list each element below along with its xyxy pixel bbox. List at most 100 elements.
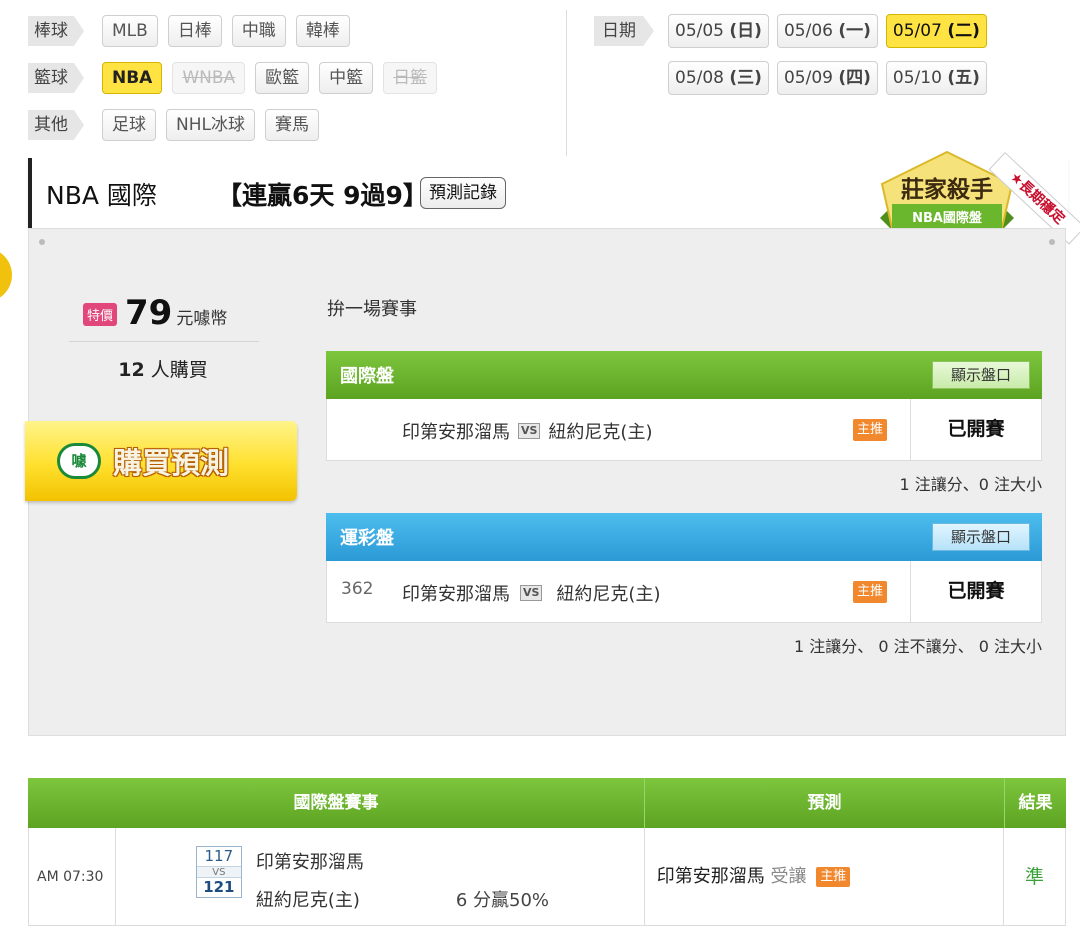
prediction-panel: 特價 79 元噱幣 12 人購買 噱 購買預測 拚一場賽事 國際盤 顯示盤口 印… — [25, 228, 1066, 736]
bet-note: 1 注讓分、0 注大小 — [899, 475, 1042, 494]
matchup: 印第安那溜馬 VS 紐約尼克(主) — [402, 418, 652, 444]
pin-right — [1049, 239, 1055, 245]
filter-row-other: 其他 足球 NHL冰球 賽馬 — [28, 109, 329, 141]
vs-icon: VS — [520, 585, 543, 601]
pick-team: 印第安那溜馬 — [656, 866, 765, 887]
buy-button-label: 購買預測 — [113, 446, 230, 480]
main-pick-tag: 主推 — [853, 581, 888, 603]
badge-title: 莊家殺手 — [901, 176, 993, 203]
buyer-count-number: 12 — [118, 359, 145, 381]
chip-cpbl[interactable]: 中職 — [231, 15, 286, 47]
category-label-baseball: 棒球 — [28, 16, 84, 46]
home-team: 紐約尼克(主) — [556, 584, 661, 605]
chip-horse-racing[interactable]: 賽馬 — [264, 109, 319, 141]
date-chip-0505[interactable]: 05/05 (日) — [668, 14, 769, 48]
matchup: 印第安那溜馬 VS 紐約尼克(主) — [402, 580, 660, 606]
category-label-other: 其他 — [28, 110, 84, 140]
filter-row-basketball: 籃球 NBA WNBA 歐籃 中籃 日籃 — [28, 62, 447, 94]
filter-divider — [566, 10, 567, 156]
sports-lottery-section-header: 運彩盤 顯示盤口 — [326, 513, 1042, 561]
date-chip-0506[interactable]: 05/06 (一) — [776, 14, 878, 48]
date-label: 日期 — [594, 16, 654, 46]
filter-row-baseball: 棒球 MLB 日棒 中職 韓棒 — [28, 15, 360, 47]
buyer-count: 12 人購買 — [29, 355, 297, 382]
away-score: 117 — [204, 847, 234, 865]
international-section: 國際盤 顯示盤口 印第安那溜馬 VS 紐約尼克(主) 主推 已開賽 1 注讓分、… — [326, 351, 1042, 494]
col-prediction: 預測 — [645, 778, 1005, 828]
chip-japan-basketball: 日籃 — [383, 62, 438, 94]
win-margin: 6 分贏50% — [455, 890, 550, 911]
win-streak: 【連贏6天 9過9】 — [217, 181, 428, 210]
date-text: 05/05 — [675, 21, 724, 41]
record-button[interactable]: 預測記錄 — [420, 177, 506, 209]
date-row-1: 日期 05/05 (日) 05/06 (一) 05/07 (二) — [594, 14, 995, 48]
date-chip-0509[interactable]: 05/09 (四) — [776, 61, 878, 95]
home-team: 紐約尼克(主) — [255, 890, 360, 911]
game-status: 已開賽 — [910, 561, 1041, 622]
bet-note: 1 注讓分、 0 注不讓分、 0 注大小 — [794, 637, 1042, 656]
price-value: 79 — [125, 293, 173, 333]
chip-mlb[interactable]: MLB — [102, 15, 158, 47]
chip-euro-basketball[interactable]: 歐籃 — [255, 62, 310, 94]
show-odds-button[interactable]: 顯示盤口 — [931, 361, 1030, 389]
sports-lottery-section: 運彩盤 顯示盤口 362 印第安那溜馬 VS 紐約尼克(主) 主推 已開賽 1 … — [326, 513, 1042, 656]
home-team: 紐約尼克(主) — [548, 422, 653, 443]
score-box: 117 VS 121 — [195, 846, 242, 898]
col-games: 國際盤賽事 — [28, 778, 645, 828]
vs-icon: VS — [196, 866, 241, 878]
chip-nhl[interactable]: NHL冰球 — [166, 109, 255, 141]
history-table: 國際盤賽事 預測 結果 AM 07:30 117 VS 121 印第安那溜馬 紐… — [28, 778, 1066, 926]
price-currency: 元噱幣 — [176, 309, 228, 329]
predictor-title: NBA 國際 — [46, 181, 157, 210]
show-odds-button[interactable]: 顯示盤口 — [931, 523, 1030, 551]
badge-subtitle: NBA國際盤 — [912, 211, 982, 226]
date-chip-0510[interactable]: 05/10 (五) — [885, 61, 987, 95]
pin-left — [39, 239, 45, 245]
date-text: 05/07 — [892, 21, 942, 41]
prediction-cell: 印第安那溜馬 受讓 主推 — [645, 828, 1005, 925]
date-chip-0508[interactable]: 05/08 (三) — [668, 61, 769, 95]
history-table-header: 國際盤賽事 預測 結果 — [28, 778, 1066, 828]
international-pick-row: 印第安那溜馬 VS 紐約尼克(主) 主推 已開賽 — [326, 399, 1042, 461]
price-line: 特價 79 元噱幣 — [83, 293, 227, 333]
weekday-text: (日) — [729, 21, 762, 41]
category-label-basketball: 籃球 — [28, 63, 84, 93]
home-score: 121 — [203, 878, 235, 896]
section-title: 運彩盤 — [340, 528, 394, 549]
weekday-text: (四) — [838, 68, 871, 88]
away-team: 印第安那溜馬 — [402, 584, 510, 605]
weekday-text: (二) — [947, 21, 980, 41]
chip-soccer[interactable]: 足球 — [102, 109, 156, 141]
date-chip-0507[interactable]: 05/07 (二) — [885, 14, 987, 48]
date-row-2: 05/08 (三) 05/09 (四) 05/10 (五) — [668, 61, 995, 95]
game-cell: 117 VS 121 印第安那溜馬 紐約尼克(主) 6 分贏50% — [116, 828, 645, 925]
main-pick-tag: 主推 — [853, 419, 888, 441]
chip-china-basketball[interactable]: 中籃 — [319, 62, 374, 94]
buy-prediction-button[interactable]: 噱 購買預測 — [25, 421, 297, 501]
date-text: 05/09 — [783, 68, 833, 88]
away-team: 印第安那溜馬 — [402, 422, 510, 443]
table-row: AM 07:30 117 VS 121 印第安那溜馬 紐約尼克(主) 6 分贏5… — [28, 828, 1066, 926]
result-cell: 準 — [1025, 866, 1045, 888]
special-price-tag: 特價 — [83, 303, 118, 326]
date-text: 05/08 — [675, 68, 724, 88]
pick-type: 受讓 — [770, 866, 807, 887]
sports-lottery-pick-row: 362 印第安那溜馬 VS 紐約尼克(主) 主推 已開賽 — [326, 561, 1042, 623]
game-status: 已開賽 — [910, 399, 1041, 460]
chip-nba[interactable]: NBA — [102, 62, 163, 94]
chip-wnba: WNBA — [172, 62, 246, 94]
chip-npb[interactable]: 日棒 — [167, 15, 222, 47]
section-title: 國際盤 — [340, 366, 394, 387]
main-pick-tag: 主推 — [816, 867, 851, 887]
weekday-text: (三) — [729, 68, 762, 88]
weekday-text: (一) — [838, 21, 871, 41]
game-time: AM 07:30 — [29, 828, 116, 925]
side-edge-button[interactable] — [0, 248, 12, 302]
coin-icon: 噱 — [57, 443, 101, 479]
weekday-text: (五) — [947, 68, 980, 88]
game-number: 362 — [341, 579, 374, 599]
chip-kbo[interactable]: 韓棒 — [295, 15, 350, 47]
buyer-count-suffix: 人購買 — [150, 359, 208, 381]
date-text: 05/06 — [783, 21, 833, 41]
price-separator — [69, 341, 259, 342]
